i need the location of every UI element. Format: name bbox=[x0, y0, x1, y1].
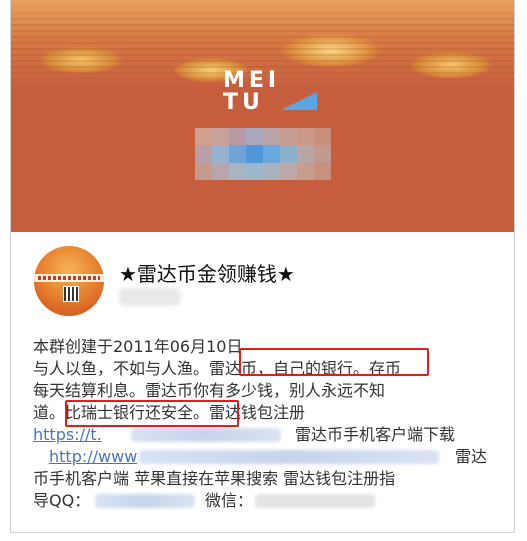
group-info: ★雷达币金领赚钱★ 本群创建于2011年06月10日 与人以鱼，不如与人渔。雷达… bbox=[11, 232, 514, 532]
desc-line-6-tail: 雷达 bbox=[455, 447, 488, 466]
qr-code-icon bbox=[63, 286, 79, 302]
highlight-box-1 bbox=[239, 348, 429, 376]
client-link[interactable]: http://www bbox=[49, 447, 137, 466]
desc-line-8b: 微信： bbox=[205, 491, 254, 510]
desc-line-7: 币手机客户端 苹果直接在苹果搜索 雷达钱包注册指 bbox=[33, 469, 396, 488]
redacted-group-id bbox=[119, 288, 181, 306]
download-link[interactable]: https://t. bbox=[33, 425, 102, 444]
desc-line-5: https://t. bbox=[33, 424, 102, 446]
download-text: 雷达币手机客户端下载 bbox=[295, 425, 456, 444]
desc-line-3: 每天结算利息。雷达币你有多少钱，别人永远不知 bbox=[33, 381, 386, 400]
logo-bottom-text: TU bbox=[223, 90, 264, 115]
desc-line-6: http://www bbox=[49, 446, 137, 468]
redacted-link-2 bbox=[139, 450, 439, 464]
redacted-link-1 bbox=[131, 428, 281, 442]
logo-triangle-icon bbox=[281, 92, 317, 110]
pixelated-watermark bbox=[195, 128, 331, 180]
group-banner: MEI TU bbox=[11, 0, 514, 232]
redacted-qq bbox=[95, 494, 195, 508]
desc-line-8a: 导QQ： bbox=[33, 491, 91, 510]
highlight-box-2 bbox=[65, 400, 239, 427]
avatar-text-strip bbox=[38, 276, 100, 280]
meitu-logo: MEI TU bbox=[219, 68, 319, 115]
desc-line-1: 本群创建于2011年06月10日 bbox=[33, 337, 243, 356]
group-avatar[interactable] bbox=[34, 246, 104, 316]
group-title: ★雷达币金领赚钱★ bbox=[119, 262, 295, 286]
redacted-wechat bbox=[255, 494, 375, 508]
group-card: MEI TU ★雷达币金领赚钱★ 本群创建于2011年06月10日 与人以鱼，不… bbox=[10, 0, 515, 533]
